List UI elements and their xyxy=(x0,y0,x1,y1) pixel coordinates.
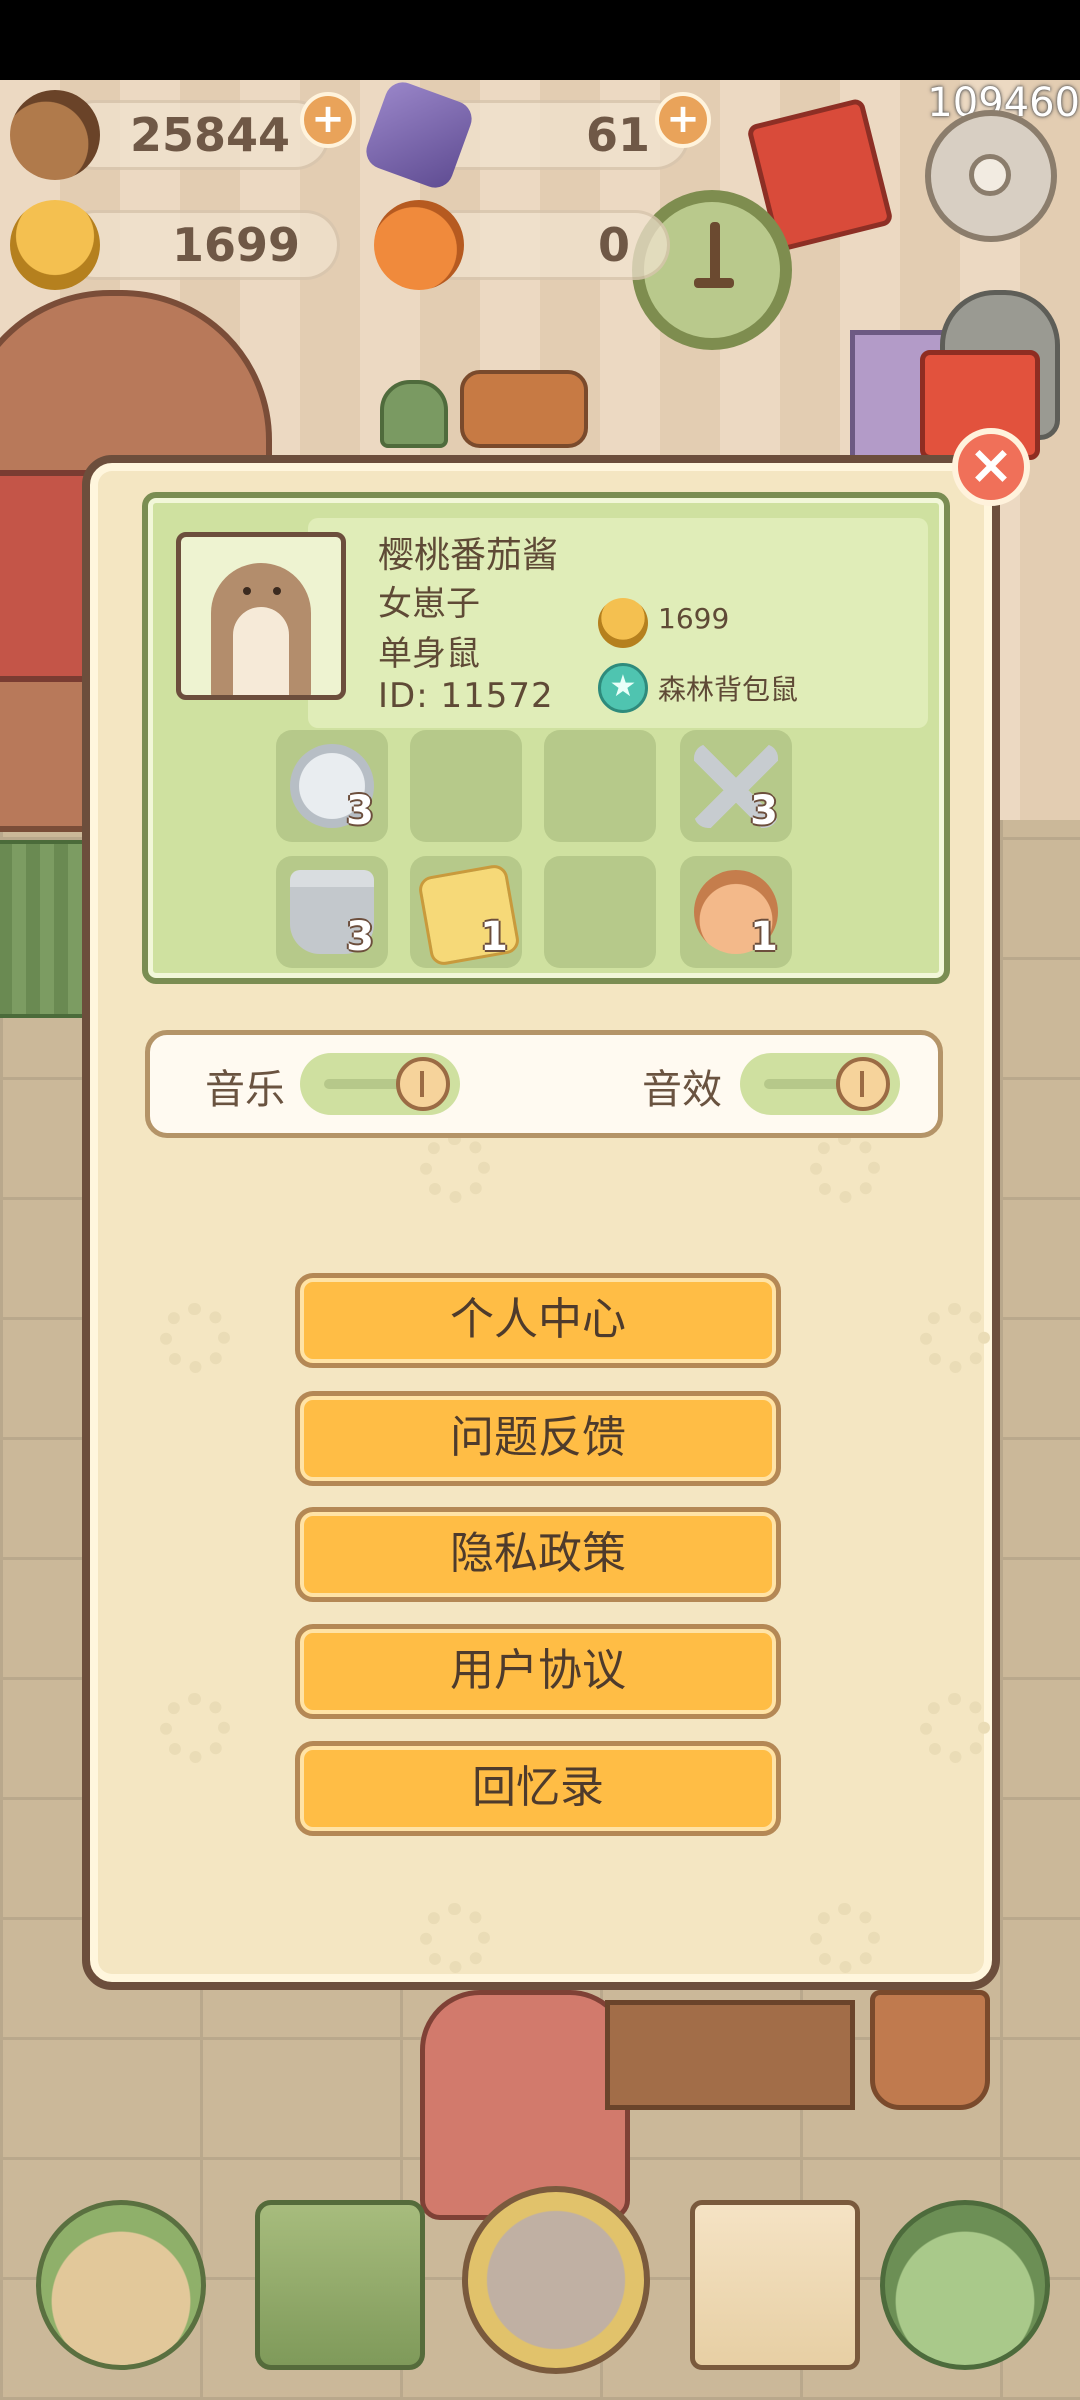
orange-icon xyxy=(374,200,464,290)
toggle-knob-icon xyxy=(836,1057,890,1111)
acorn-icon xyxy=(10,90,100,180)
privacy-policy-button[interactable]: 隐私政策 xyxy=(295,1507,781,1602)
sfx-label: 音效 xyxy=(642,1067,722,1113)
inventory-slot[interactable]: 1 xyxy=(410,856,522,968)
player-gender: 女崽子 xyxy=(378,584,480,624)
house-icon[interactable] xyxy=(36,2200,206,2370)
bell-counter: 1699 xyxy=(10,200,340,290)
sound-settings: 音乐 音效 xyxy=(145,1030,943,1138)
toggle-knob-icon xyxy=(396,1057,450,1111)
add-acorns-button[interactable]: + xyxy=(300,92,356,148)
avatar[interactable] xyxy=(176,532,346,700)
bell-icon xyxy=(10,200,100,290)
inventory-slot[interactable]: 3 xyxy=(276,730,388,842)
feedback-button[interactable]: 问题反馈 xyxy=(295,1391,781,1486)
gear-icon[interactable] xyxy=(925,110,1057,242)
user-agreement-button[interactable]: 用户协议 xyxy=(295,1624,781,1719)
close-button[interactable]: × xyxy=(952,428,1030,506)
bell-icon xyxy=(598,598,648,648)
plant-shelf xyxy=(380,360,590,450)
memories-button[interactable]: 回忆录 xyxy=(295,1741,781,1836)
player-id: ID: 11572 xyxy=(378,676,554,716)
friends-icon[interactable] xyxy=(462,2186,650,2374)
music-label: 音乐 xyxy=(205,1067,285,1113)
inventory-slot-empty[interactable] xyxy=(410,730,522,842)
green-rug xyxy=(0,840,88,1018)
orange-value: 0 xyxy=(597,218,630,272)
player-status: 单身鼠 xyxy=(378,634,480,674)
player-name: 樱桃番茄酱 xyxy=(378,535,559,576)
bottom-dock xyxy=(0,2186,1080,2400)
inventory-slot-empty[interactable] xyxy=(544,856,656,968)
slot-count: 1 xyxy=(750,914,778,960)
inventory-slot[interactable]: 1 xyxy=(680,856,792,968)
music-toggle[interactable] xyxy=(300,1053,460,1115)
player-character xyxy=(420,1990,630,2220)
bell-value: 1699 xyxy=(171,218,300,272)
badge-title: 森林背包鼠 xyxy=(658,673,799,706)
slot-count: 3 xyxy=(346,914,374,960)
acorn-counter: 25844 xyxy=(10,90,330,180)
inventory-slot[interactable]: 3 xyxy=(680,730,792,842)
slot-count: 3 xyxy=(750,788,778,834)
profile-card: 樱桃番茄酱 女崽子 单身鼠 ID: 11572 1699 ★ 森林背包鼠 3 3… xyxy=(142,492,950,984)
profile-bell-count: 1699 xyxy=(658,602,730,635)
slot-count: 3 xyxy=(346,788,374,834)
inventory-slot-empty[interactable] xyxy=(544,730,656,842)
gem-counter: 61 xyxy=(361,77,690,193)
wooden-crate xyxy=(605,2000,855,2110)
clipboard-icon[interactable] xyxy=(690,2200,860,2370)
add-gems-button[interactable]: + xyxy=(655,92,711,148)
sfx-toggle[interactable] xyxy=(740,1053,900,1115)
slot-count: 1 xyxy=(480,914,508,960)
star-badge-icon: ★ xyxy=(598,663,648,713)
personal-center-button[interactable]: 个人中心 xyxy=(295,1273,781,1368)
potted-plant xyxy=(870,1990,990,2110)
acorn-value: 25844 xyxy=(129,108,290,162)
orange-counter: 0 xyxy=(374,200,670,290)
map-icon[interactable] xyxy=(880,2200,1050,2370)
inventory-slot[interactable]: 3 xyxy=(276,856,388,968)
status-bar xyxy=(0,0,1080,80)
gem-value: 61 xyxy=(585,108,650,162)
mail-icon[interactable] xyxy=(255,2200,425,2370)
